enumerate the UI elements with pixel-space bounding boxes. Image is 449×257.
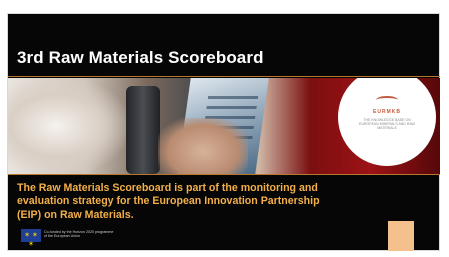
logo-tagline: THE KNOWLEDGE BASE ON EUROPEAN MINERALS …	[359, 118, 415, 130]
banner-divider	[8, 174, 440, 175]
eu-stars: ✶ ✶ ✶	[24, 232, 38, 248]
eu-funding-text: Co-funded by the Horizon 2020 programme …	[44, 230, 114, 239]
microscope-shape	[126, 86, 160, 174]
accent-block	[388, 221, 414, 251]
title-divider	[8, 76, 440, 77]
logo-brand: EURMKB	[373, 109, 401, 115]
eurmkb-logo: EURMKB THE KNOWLEDGE BASE ON EUROPEAN MI…	[338, 78, 436, 166]
hand-shape	[158, 118, 248, 174]
banner-image: EURMKB THE KNOWLEDGE BASE ON EUROPEAN MI…	[8, 78, 440, 174]
lab-background	[8, 78, 128, 174]
slide-title: 3rd Raw Materials Scoreboard	[17, 48, 264, 67]
slide-description: The Raw Materials Scoreboard is part of …	[17, 182, 320, 221]
eu-flag-icon: ✶ ✶ ✶	[21, 229, 41, 248]
logo-swoosh-icon	[376, 96, 398, 104]
